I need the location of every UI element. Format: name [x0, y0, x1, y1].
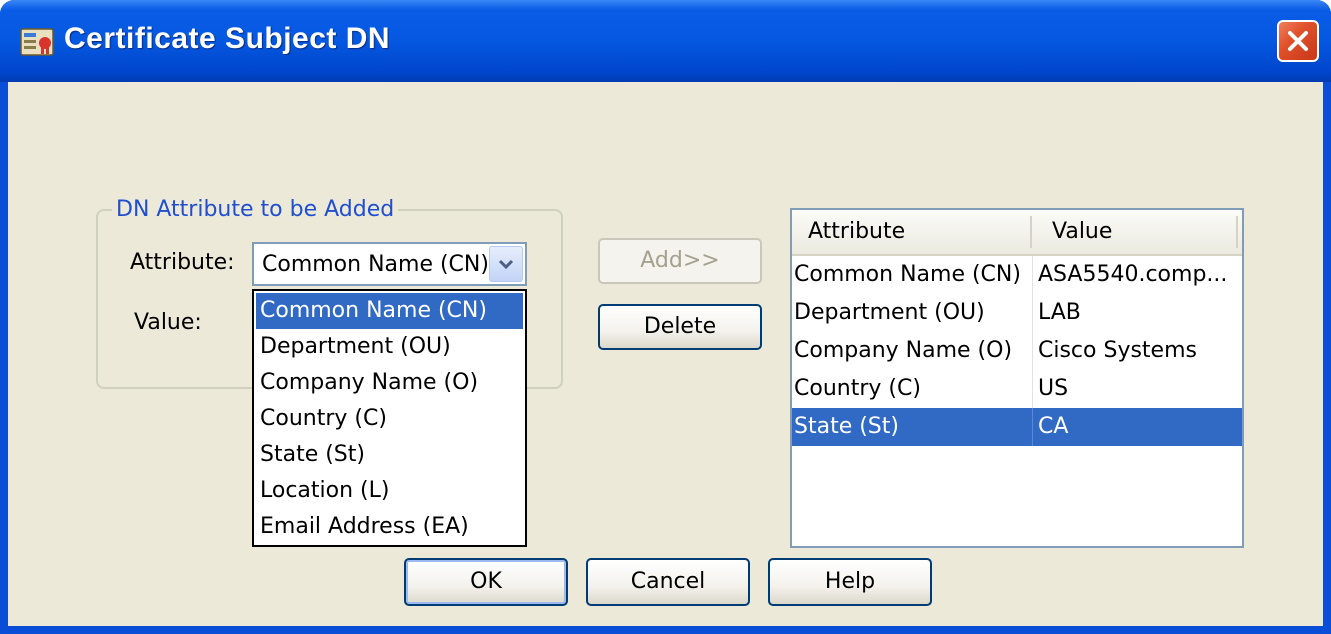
dropdown-option[interactable]: Email Address (EA) — [256, 509, 523, 545]
cell-attribute: Department (OU) — [794, 300, 985, 325]
cell-value: CA — [1038, 414, 1069, 439]
delete-button[interactable]: Delete — [598, 304, 762, 350]
combobox-selected-value: Common Name (CN) — [262, 252, 489, 277]
dialog-window: Certificate Subject DN DN Attribute to b… — [0, 0, 1331, 634]
cancel-button[interactable]: Cancel — [586, 558, 750, 606]
attribute-combobox[interactable]: Common Name (CN) — [252, 242, 527, 286]
cell-value: ASA5540.comp... — [1038, 262, 1228, 287]
close-icon — [1288, 31, 1308, 51]
column-header-attribute[interactable]: Attribute — [808, 210, 905, 254]
table-row[interactable]: Common Name (CN) ASA5540.comp... — [792, 256, 1242, 294]
group-legend: DN Attribute to be Added — [112, 197, 399, 222]
dropdown-option[interactable]: Common Name (CN) — [256, 293, 523, 329]
dn-attribute-table: Attribute Value Common Name (CN) ASA5540… — [790, 208, 1244, 548]
dropdown-option[interactable]: State (St) — [256, 437, 523, 473]
dropdown-option[interactable]: Department (OU) — [256, 329, 523, 365]
cell-value: LAB — [1038, 300, 1081, 325]
table-row[interactable]: Department (OU) LAB — [792, 294, 1242, 332]
cell-attribute: Company Name (O) — [794, 338, 1013, 363]
cell-value: Cisco Systems — [1038, 338, 1197, 363]
ok-button[interactable]: OK — [404, 558, 568, 606]
cell-divider — [1032, 332, 1033, 370]
table-row[interactable]: Country (C) US — [792, 370, 1242, 408]
table-row[interactable]: Company Name (O) Cisco Systems — [792, 332, 1242, 370]
attribute-label: Attribute: — [130, 250, 235, 275]
column-divider[interactable] — [1236, 216, 1238, 248]
table-header: Attribute Value — [792, 210, 1242, 256]
table-row-selected[interactable]: State (St) CA — [792, 408, 1242, 446]
help-button[interactable]: Help — [768, 558, 932, 606]
dropdown-option[interactable]: Country (C) — [256, 401, 523, 437]
cell-divider — [1032, 370, 1033, 408]
combobox-arrow-button[interactable] — [489, 246, 523, 282]
dialog-title: Certificate Subject DN — [64, 22, 391, 55]
cell-divider — [1032, 294, 1033, 332]
dialog-body: DN Attribute to be Added Attribute: Valu… — [8, 82, 1323, 626]
cell-attribute: State (St) — [794, 414, 899, 439]
column-header-value[interactable]: Value — [1052, 210, 1112, 254]
title-bar[interactable]: Certificate Subject DN — [0, 0, 1331, 82]
cell-divider — [1032, 256, 1033, 294]
certificate-app-icon — [20, 26, 56, 58]
value-label: Value: — [134, 310, 202, 335]
dropdown-option[interactable]: Company Name (O) — [256, 365, 523, 401]
cell-attribute: Country (C) — [794, 376, 921, 401]
cell-value: US — [1038, 376, 1069, 401]
cell-divider — [1032, 408, 1033, 446]
close-button[interactable] — [1277, 20, 1319, 62]
chevron-down-icon — [498, 259, 514, 270]
add-button[interactable]: Add>> — [598, 238, 762, 284]
column-divider[interactable] — [1030, 216, 1032, 248]
dropdown-option[interactable]: Location (L) — [256, 473, 523, 509]
attribute-dropdown-list: Common Name (CN) Department (OU) Company… — [252, 289, 527, 547]
cell-attribute: Common Name (CN) — [794, 262, 1021, 287]
